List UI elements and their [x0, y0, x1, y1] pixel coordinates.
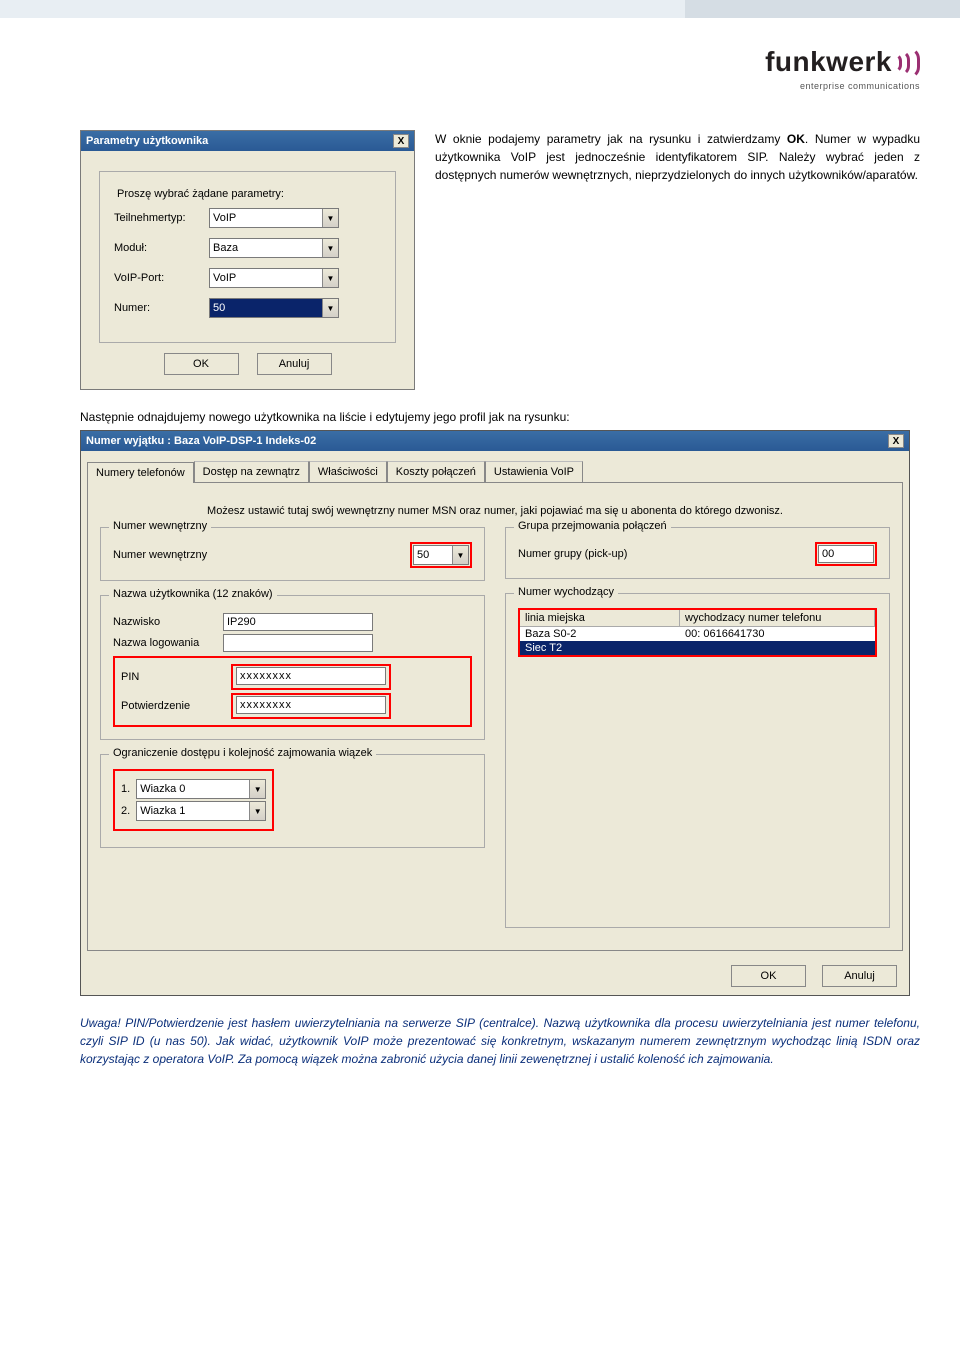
teilnehmertyp-combo[interactable]: VoIP ▼: [209, 208, 339, 228]
chevron-down-icon: ▼: [322, 209, 338, 227]
list-header-line: linia miejska: [520, 610, 680, 626]
internal-number-value: 50: [417, 549, 429, 561]
pin-label: PIN: [121, 671, 231, 683]
teilnehmertyp-label: Teilnehmertyp:: [114, 212, 209, 224]
outgoing-listbox[interactable]: linia miejska wychodzacy numer telefonu …: [518, 608, 877, 657]
cancel-button[interactable]: Anuluj: [257, 353, 332, 375]
teilnehmertyp-value: VoIP: [213, 212, 236, 224]
login-label: Nazwa logowania: [113, 637, 223, 649]
chevron-down-icon: ▼: [322, 239, 338, 257]
cancel-button[interactable]: Anuluj: [822, 965, 897, 987]
ok-button[interactable]: OK: [164, 353, 239, 375]
chevron-down-icon: ▼: [322, 269, 338, 287]
group-outgoing-title: Numer wychodzący: [514, 586, 618, 598]
group-outgoing: Numer wychodzący linia miejska wychodzac…: [505, 593, 890, 928]
internal-number-label: Numer wewnętrzny: [113, 549, 207, 561]
ok-button[interactable]: OK: [731, 965, 806, 987]
para1-b: OK: [787, 132, 805, 146]
bundle-2-label: 2.: [121, 805, 130, 817]
surname-label: Nazwisko: [113, 616, 223, 628]
group-internal-number-title: Numer wewnętrzny: [109, 520, 211, 532]
dialog1-legend: Proszę wybrać żądane parametry:: [114, 188, 287, 200]
paragraph-1: W oknie podajemy parametry jak na rysunk…: [435, 130, 920, 184]
group-access-restriction-title: Ograniczenie dostępu i kolejność zajmowa…: [109, 747, 376, 759]
list-cell: [680, 641, 875, 655]
bundle-1-combo[interactable]: Wiazka 0 ▼: [136, 779, 266, 799]
login-input[interactable]: [223, 634, 373, 652]
group-access-restriction: Ograniczenie dostępu i kolejność zajmowa…: [100, 754, 485, 848]
dialog1-title: Parametry użytkownika: [86, 135, 208, 147]
dialog2-title: Numer wyjątku : Baza VoIP-DSP-1 Indeks-0…: [86, 435, 316, 447]
group-username: Nazwa użytkownika (12 znaków) Nazwisko N…: [100, 595, 485, 740]
surname-input[interactable]: [223, 613, 373, 631]
group-pickup: Grupa przejmowania połączeń Numer grupy …: [505, 527, 890, 579]
close-icon[interactable]: X: [888, 434, 904, 448]
numer-combo[interactable]: 50 ▼: [209, 298, 339, 318]
list-row[interactable]: Siec T2: [520, 641, 875, 655]
list-cell: Baza S0-2: [520, 627, 680, 641]
bundle-2-combo[interactable]: Wiazka 1 ▼: [136, 801, 266, 821]
pickup-label: Numer grupy (pick-up): [518, 548, 627, 560]
voipport-combo[interactable]: VoIP ▼: [209, 268, 339, 288]
tab-external-access[interactable]: Dostęp na zewnątrz: [194, 461, 309, 482]
side-band: [685, 0, 960, 18]
chevron-down-icon: ▼: [249, 802, 265, 820]
chevron-down-icon: ▼: [322, 299, 338, 317]
numer-value: 50: [213, 302, 225, 314]
exception-number-dialog: Numer wyjątku : Baza VoIP-DSP-1 Indeks-0…: [80, 430, 910, 996]
para1-a: W oknie podajemy parametry jak na rysunk…: [435, 132, 787, 146]
user-params-dialog: Parametry użytkownika X Proszę wybrać żą…: [80, 130, 415, 390]
logo-arcs-icon: [894, 45, 920, 79]
list-cell: 00: 0616641730: [680, 627, 875, 641]
bundle-2-value: Wiazka 1: [140, 805, 185, 817]
logo-tagline: enterprise communications: [765, 81, 920, 91]
tab-info-text: Możesz ustawić tutaj swój wewnętrzny num…: [100, 489, 890, 527]
dialog2-titlebar: Numer wyjątku : Baza VoIP-DSP-1 Indeks-0…: [81, 431, 909, 451]
modul-value: Baza: [213, 242, 238, 254]
group-pickup-title: Grupa przejmowania połączeń: [514, 520, 671, 532]
pickup-input[interactable]: [818, 545, 874, 563]
dialog1-titlebar: Parametry użytkownika X: [81, 131, 414, 151]
group-username-title: Nazwa użytkownika (12 znaków): [109, 588, 277, 600]
voipport-value: VoIP: [213, 272, 236, 284]
bundle-1-label: 1.: [121, 783, 130, 795]
voipport-label: VoIP-Port:: [114, 272, 209, 284]
numer-label: Numer:: [114, 302, 209, 314]
list-header-number: wychodzacy numer telefonu: [680, 610, 875, 626]
pin-input[interactable]: [236, 667, 386, 685]
logo: funkwerk enterprise communications: [765, 45, 920, 91]
mid-paragraph: Następnie odnajdujemy nowego użytkownika…: [80, 410, 920, 424]
list-row[interactable]: Baza S0-2 00: 0616641730: [520, 627, 875, 641]
tab-properties[interactable]: Właściwości: [309, 461, 387, 482]
modul-combo[interactable]: Baza ▼: [209, 238, 339, 258]
confirm-input[interactable]: [236, 696, 386, 714]
chevron-down-icon: ▼: [452, 546, 468, 564]
warning-note: Uwaga! PIN/Potwierdzenie jest hasłem uwi…: [80, 1014, 920, 1068]
modul-label: Moduł:: [114, 242, 209, 254]
list-cell: Siec T2: [520, 641, 680, 655]
group-internal-number: Numer wewnętrzny Numer wewnętrzny 50 ▼: [100, 527, 485, 581]
logo-text: funkwerk: [765, 46, 892, 78]
internal-number-combo[interactable]: 50 ▼: [413, 545, 469, 565]
tab-phone-numbers[interactable]: Numery telefonów: [87, 462, 194, 483]
tab-call-costs[interactable]: Koszty połączeń: [387, 461, 485, 482]
tabs: Numery telefonów Dostęp na zewnątrz Właś…: [87, 461, 903, 483]
chevron-down-icon: ▼: [249, 780, 265, 798]
confirm-label: Potwierdzenie: [121, 700, 231, 712]
tab-voip-settings[interactable]: Ustawienia VoIP: [485, 461, 583, 482]
close-icon[interactable]: X: [393, 134, 409, 148]
bundle-1-value: Wiazka 0: [140, 783, 185, 795]
